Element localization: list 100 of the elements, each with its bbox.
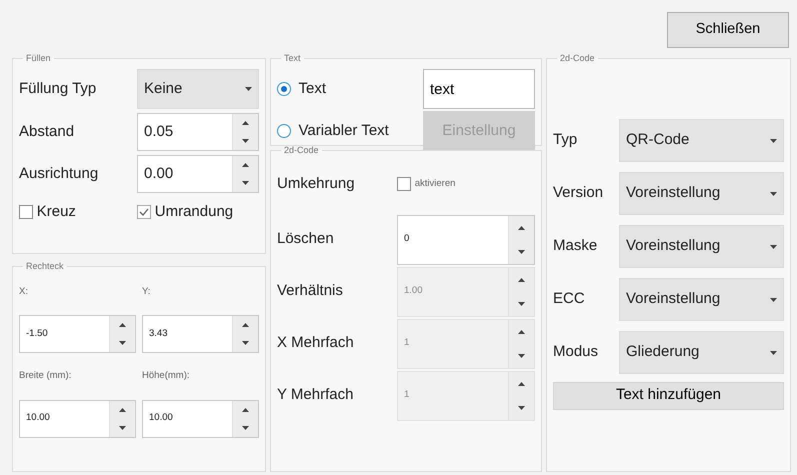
spin-box[interactable]: 0 (397, 214, 535, 264)
spin-box[interactable]: -1.50 (19, 315, 136, 354)
dropdown[interactable]: QR-Code (619, 119, 784, 162)
up-arrow-icon (242, 121, 249, 125)
up-arrow-icon (518, 278, 525, 282)
field-label: Y: (142, 285, 150, 299)
radio-label: Text (298, 78, 326, 99)
number-field[interactable]: 10.00 (20, 400, 109, 436)
field-label: X Mehrfach (277, 333, 355, 354)
number-field[interactable]: 0.05 (138, 114, 232, 150)
group-title: 2d-Code (283, 146, 320, 155)
up-arrow-icon (518, 226, 525, 230)
caret-icon (245, 87, 252, 91)
caret-icon (770, 298, 777, 302)
spin-box[interactable]: 3.43 (142, 315, 259, 354)
spin-up-button[interactable] (110, 400, 135, 418)
number-field[interactable]: -1.50 (20, 316, 109, 352)
number-field[interactable]: 3.43 (143, 316, 232, 352)
checkbox[interactable] (19, 204, 33, 219)
group-title: Füllen (25, 54, 52, 63)
radio-label: Variabler Text (298, 120, 389, 141)
spin-up-button[interactable] (233, 156, 258, 174)
field-label: Füllung Typ (19, 78, 98, 99)
spin-box[interactable]: 10.00 (142, 400, 259, 438)
up-arrow-icon (518, 330, 525, 334)
spin-up-button[interactable] (233, 114, 258, 132)
spin-down-button[interactable] (233, 418, 258, 436)
down-arrow-icon (119, 426, 126, 430)
field-label: Abstand (19, 122, 76, 142)
dropdown[interactable]: Voreinstellung (619, 172, 784, 215)
check-icon (139, 208, 149, 216)
field-label: Löschen (277, 229, 335, 250)
group-title: Rechteck (25, 262, 65, 271)
dropdown[interactable]: Voreinstellung (619, 225, 784, 268)
checkbox-label: aktivieren (414, 177, 456, 192)
down-arrow-icon (518, 406, 525, 410)
spin-box[interactable]: 10.00 (19, 400, 136, 438)
dropdown-value: Gliederung (626, 342, 700, 362)
spin-box[interactable]: 0.00 (137, 155, 259, 193)
spin-up-button[interactable] (509, 216, 534, 240)
dropdown-value: Voreinstellung (626, 289, 720, 310)
caret-icon (770, 138, 777, 142)
spin-down-button[interactable] (233, 132, 258, 150)
spin-down-button[interactable] (110, 418, 135, 436)
add-text-button[interactable]: Text hinzufügen (553, 382, 784, 410)
down-arrow-icon (242, 181, 249, 185)
field-label: Modus (553, 342, 600, 362)
down-arrow-icon (518, 354, 525, 358)
up-arrow-icon (518, 382, 525, 386)
field-label: Ausrichtung (19, 164, 100, 184)
group-title: Text (283, 54, 302, 63)
spin-up-button[interactable] (233, 316, 258, 334)
field-label: Maske (553, 236, 598, 256)
field-label: ECC (553, 289, 586, 310)
dropdown[interactable]: Voreinstellung (619, 278, 784, 321)
down-arrow-icon (242, 426, 249, 430)
caret-icon (770, 350, 777, 354)
up-arrow-icon (242, 163, 249, 167)
up-arrow-icon (119, 408, 126, 412)
dropdown-value: QR-Code (626, 130, 690, 150)
close-button[interactable]: Schließen (667, 12, 789, 48)
text-field[interactable]: text (423, 69, 535, 109)
down-arrow-icon (119, 341, 126, 346)
caret-icon (770, 244, 777, 248)
down-arrow-icon (518, 302, 525, 306)
dropdown-value: Keine (144, 78, 182, 99)
down-arrow-icon (242, 341, 249, 346)
dropdown[interactable]: Gliederung (619, 331, 784, 374)
checkbox-label: Umrandung (154, 202, 234, 222)
spin-down-button[interactable] (233, 334, 258, 352)
dropdown-value: Voreinstellung (626, 183, 720, 204)
dropdown[interactable]: Keine (137, 69, 259, 109)
checkbox-label: Kreuz (36, 202, 76, 222)
up-arrow-icon (242, 323, 249, 328)
radio-button[interactable] (277, 82, 291, 96)
dropdown-value: Voreinstellung (626, 236, 720, 256)
spin-box[interactable]: 0.05 (137, 113, 259, 151)
number-field[interactable]: 0 (398, 216, 508, 264)
number-field[interactable]: 0.00 (138, 156, 232, 192)
field-label: Verhältnis (277, 281, 344, 302)
field-label: X: (19, 285, 28, 299)
down-arrow-icon (518, 250, 525, 254)
group-title: 2d-Code (559, 54, 596, 63)
checkbox[interactable] (137, 204, 151, 219)
spin-down-button[interactable] (509, 240, 534, 264)
caret-icon (770, 192, 777, 196)
spin-up-button[interactable] (110, 316, 135, 334)
field-label: Version (553, 183, 604, 204)
down-arrow-icon (242, 139, 249, 143)
field-label: Umkehrung (277, 174, 356, 194)
field-label: Typ (553, 130, 578, 150)
checkbox[interactable] (397, 177, 411, 192)
number-field[interactable]: 10.00 (143, 400, 232, 436)
up-arrow-icon (119, 323, 126, 328)
field-label: Höhe(mm): (142, 369, 190, 384)
spin-down-button[interactable] (233, 174, 258, 192)
up-arrow-icon (242, 408, 249, 412)
spin-up-button[interactable] (233, 400, 258, 418)
field-label: Y Mehrfach (277, 385, 354, 406)
spin-down-button[interactable] (110, 334, 135, 352)
